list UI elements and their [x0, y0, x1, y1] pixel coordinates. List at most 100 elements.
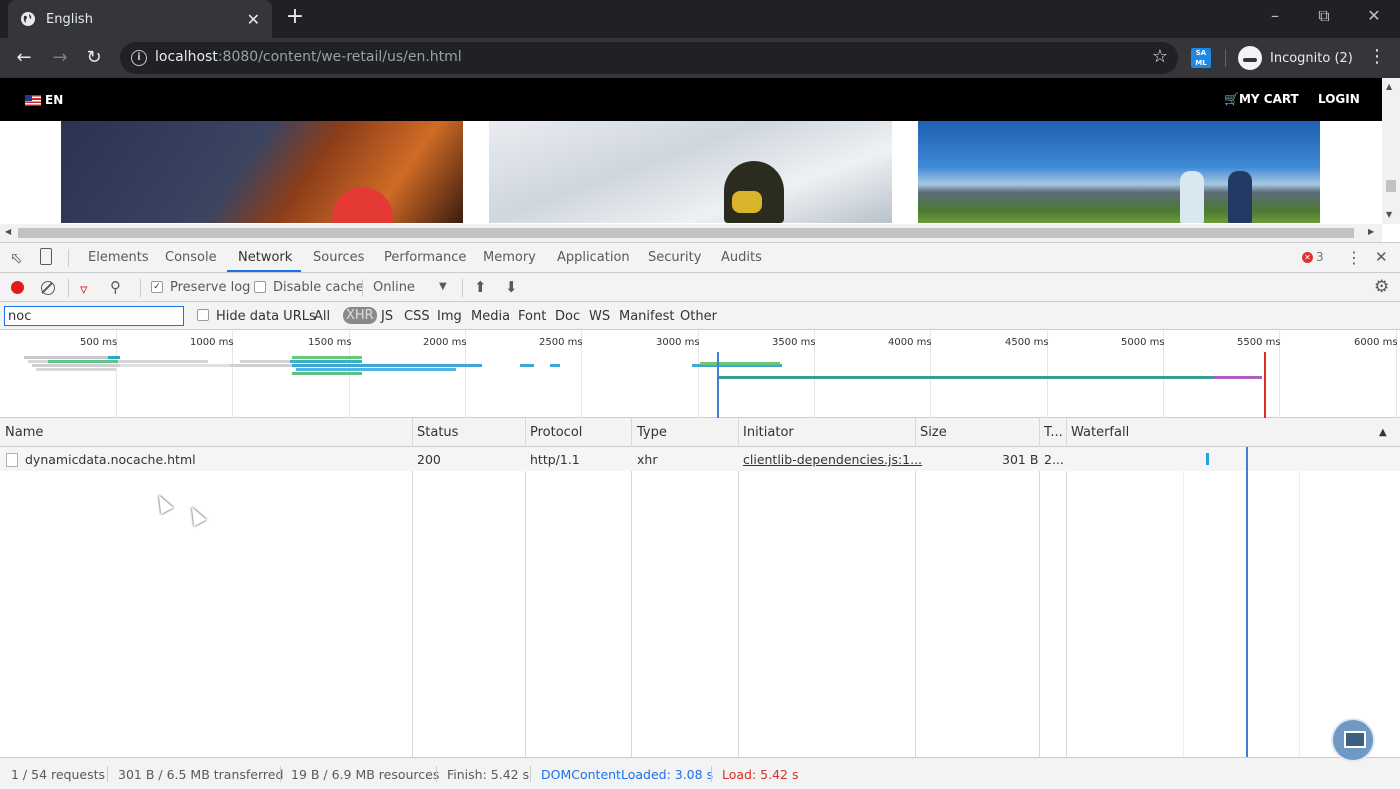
scroll-thumb[interactable] — [1386, 180, 1396, 192]
tab-security[interactable]: Security — [648, 250, 701, 265]
tick-label: 2000 ms — [423, 337, 467, 348]
tab-application[interactable]: Application — [557, 250, 630, 265]
filter-type-ws[interactable]: WS — [589, 309, 610, 324]
request-initiator-link[interactable]: clientlib-dependencies.js:1... — [743, 452, 922, 467]
import-har-icon[interactable]: ⬆ — [474, 278, 487, 296]
record-icon[interactable] — [11, 281, 24, 294]
hero-image-mountain-hikers[interactable] — [918, 121, 1320, 223]
finish-time: Finish: 5.42 s — [447, 767, 530, 782]
column-waterfall[interactable]: Waterfall — [1071, 425, 1129, 440]
forward-icon[interactable]: → — [48, 46, 72, 70]
filter-type-img[interactable]: Img — [437, 309, 462, 324]
tab-audits[interactable]: Audits — [721, 250, 762, 265]
column-initiator[interactable]: Initiator — [743, 425, 794, 440]
chevron-down-icon[interactable]: ▼ — [439, 281, 447, 292]
search-icon[interactable]: ⚲ — [110, 278, 121, 296]
filter-input[interactable] — [4, 306, 184, 326]
close-window-icon[interactable]: ✕ — [1354, 4, 1394, 28]
request-bar — [296, 368, 456, 371]
throttling-select[interactable]: Online — [373, 280, 415, 295]
page-viewport: EN 🛒MY CART LOGIN ▲ ▼ ◀ ▶ — [0, 78, 1400, 242]
tab-performance[interactable]: Performance — [384, 250, 466, 265]
filter-type-js[interactable]: JS — [381, 309, 393, 324]
disable-cache-checkbox[interactable] — [254, 281, 266, 293]
scroll-up-icon[interactable]: ▲ — [1386, 82, 1392, 91]
filter-type-other[interactable]: Other — [680, 309, 717, 324]
devtools-panel: ⬁ Elements Console Network Sources Perfo… — [0, 242, 1400, 789]
error-count-badge[interactable]: ✕ 3 — [1302, 250, 1324, 264]
language-selector[interactable]: EN — [25, 93, 63, 107]
page-horizontal-scrollbar[interactable]: ◀ ▶ — [0, 224, 1382, 242]
tab-network[interactable]: Network — [238, 250, 292, 265]
scroll-right-icon[interactable]: ▶ — [1368, 227, 1374, 236]
tab-sources[interactable]: Sources — [313, 250, 364, 265]
filter-type-media[interactable]: Media — [471, 309, 510, 324]
settings-gear-icon[interactable]: ⚙ — [1374, 277, 1389, 297]
inspect-element-icon[interactable]: ⬁ — [10, 249, 23, 267]
minimize-icon[interactable]: – — [1255, 4, 1295, 28]
disable-cache-label: Disable cache — [273, 280, 364, 295]
clear-icon[interactable] — [41, 281, 55, 295]
screen-share-icon[interactable] — [1331, 718, 1375, 762]
tab-memory[interactable]: Memory — [483, 250, 536, 265]
filter-type-manifest[interactable]: Manifest — [619, 309, 674, 324]
extension-icon[interactable]: SA ML — [1191, 48, 1211, 68]
cart-icon: 🛒 — [1224, 92, 1239, 106]
export-har-icon[interactable]: ⬇ — [505, 278, 518, 296]
scroll-left-icon[interactable]: ◀ — [5, 227, 11, 236]
hero-image-night-climber[interactable] — [61, 121, 463, 223]
request-bar — [48, 360, 118, 363]
incognito-profile-button[interactable]: Incognito (2) — [1238, 46, 1353, 70]
toolbar-divider — [1225, 49, 1226, 67]
page-vertical-scrollbar[interactable]: ▲ ▼ — [1382, 78, 1400, 224]
login-link[interactable]: LOGIN — [1318, 92, 1360, 106]
filter-type-xhr[interactable]: XHR — [343, 307, 377, 324]
filter-icon[interactable]: ▿ — [80, 280, 88, 298]
back-icon[interactable]: ← — [12, 46, 36, 70]
divider — [530, 766, 531, 782]
request-bar — [108, 356, 120, 359]
resources-size: 19 B / 6.9 MB resources — [291, 767, 440, 782]
restore-icon[interactable]: ⧉ — [1304, 4, 1344, 28]
column-type[interactable]: Type — [637, 425, 667, 440]
scroll-down-icon[interactable]: ▼ — [1386, 210, 1392, 219]
devtools-menu-icon[interactable]: ⋮ — [1346, 248, 1362, 267]
address-bar[interactable]: i localhost:8080/content/we-retail/us/en… — [120, 42, 1178, 74]
filter-type-doc[interactable]: Doc — [555, 309, 580, 324]
column-status[interactable]: Status — [417, 425, 458, 440]
reload-icon[interactable]: ↻ — [82, 46, 106, 70]
preserve-log-checkbox[interactable]: ✓ — [151, 281, 163, 293]
tab-console[interactable]: Console — [165, 250, 217, 265]
device-toolbar-icon[interactable] — [40, 248, 52, 265]
request-bar — [290, 360, 362, 363]
close-tab-icon[interactable]: ✕ — [247, 10, 260, 29]
request-name[interactable]: dynamicdata.nocache.html — [25, 452, 196, 467]
dom-content-loaded-marker — [717, 352, 719, 418]
browser-menu-icon[interactable]: ⋮ — [1368, 46, 1386, 67]
scroll-thumb[interactable] — [18, 228, 1354, 238]
filter-type-font[interactable]: Font — [518, 309, 546, 324]
waterfall-request-bar[interactable] — [1206, 453, 1209, 465]
close-devtools-icon[interactable]: ✕ — [1375, 248, 1388, 266]
column-name[interactable]: Name — [5, 425, 43, 440]
bookmark-star-icon[interactable]: ☆ — [1152, 46, 1168, 67]
column-size[interactable]: Size — [920, 425, 947, 440]
browser-tab[interactable]: English ✕ — [8, 0, 272, 38]
tab-elements[interactable]: Elements — [88, 250, 149, 265]
table-row[interactable]: dynamicdata.nocache.html 200 http/1.1 xh… — [0, 447, 1400, 471]
column-protocol[interactable]: Protocol — [530, 425, 582, 440]
network-overview-timeline[interactable]: 500 ms 1000 ms 1500 ms 2000 ms 2500 ms 3… — [0, 330, 1400, 418]
filter-type-css[interactable]: CSS — [404, 309, 430, 324]
sort-ascending-icon[interactable]: ▲ — [1379, 427, 1387, 438]
tick-label: 6000 ms — [1354, 337, 1398, 348]
profile-label: Incognito (2) — [1270, 50, 1353, 66]
new-tab-button[interactable]: + — [284, 6, 306, 30]
request-bar — [120, 364, 230, 367]
hide-data-urls-checkbox[interactable] — [197, 309, 209, 321]
url-text[interactable]: localhost:8080/content/we-retail/us/en.h… — [155, 49, 462, 65]
my-cart-link[interactable]: 🛒MY CART — [1224, 92, 1299, 106]
filter-type-all[interactable]: All — [314, 309, 330, 324]
column-time[interactable]: T... — [1044, 425, 1063, 440]
site-info-icon[interactable]: i — [131, 50, 147, 66]
hero-image-glacier-climbers[interactable] — [489, 121, 892, 223]
